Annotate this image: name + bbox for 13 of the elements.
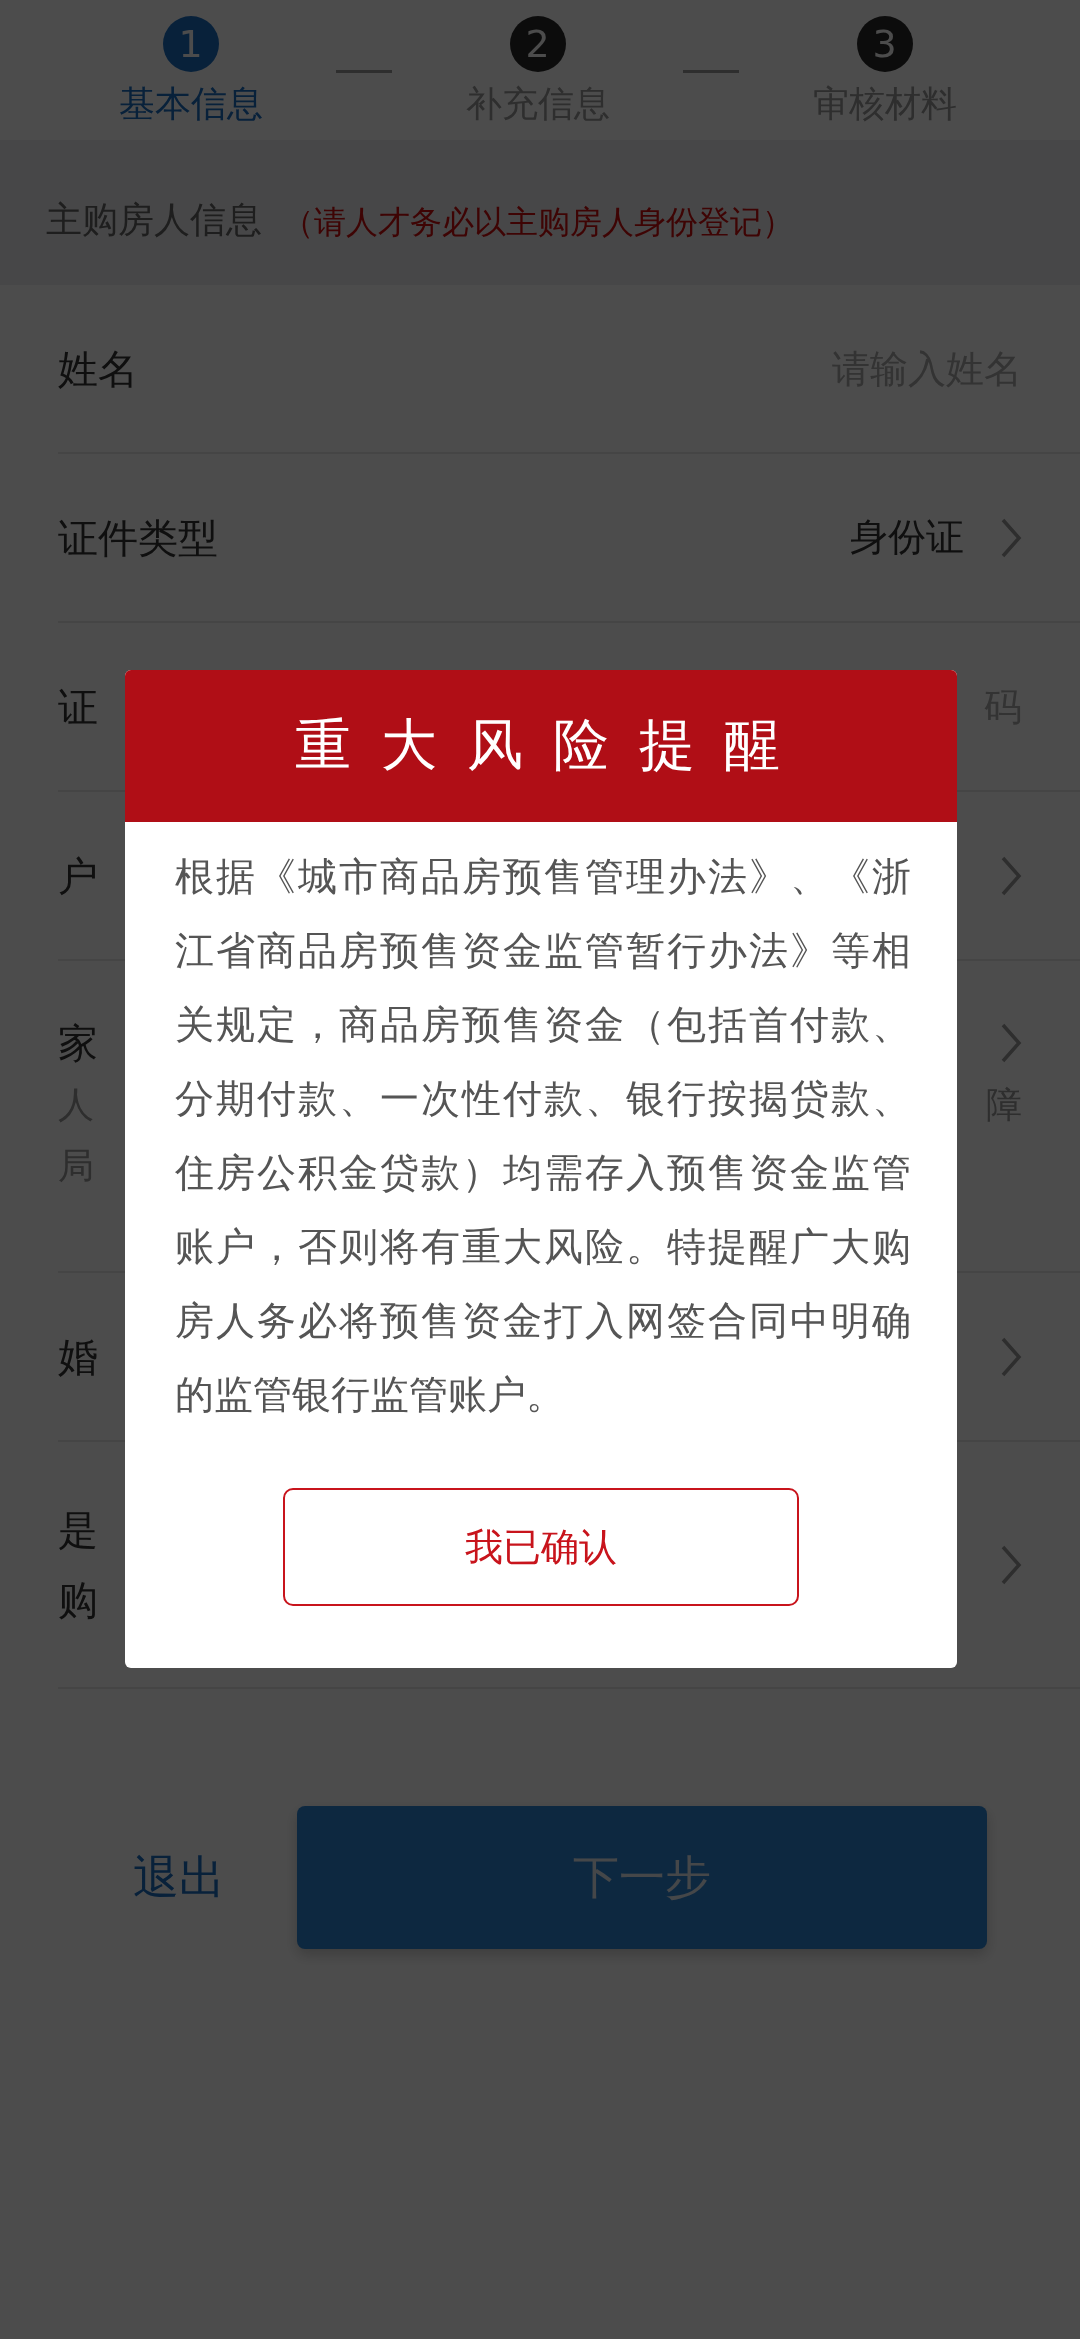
field-label: 户	[58, 853, 98, 898]
field-label: 是	[58, 1507, 98, 1552]
confirm-button[interactable]: 我已确认	[283, 1488, 799, 1606]
field-label: 姓名	[58, 346, 138, 391]
dialog-title: 重 大 风 险 提 醒	[295, 711, 787, 779]
field-label: 证	[58, 684, 98, 729]
field-label: 证件类型	[58, 515, 218, 560]
field-label: 家	[58, 1021, 98, 1065]
field-label: 婚	[58, 1334, 98, 1379]
section-note: （请人才务必以主购房人身份登记）	[282, 202, 794, 243]
field-label: 购	[58, 1577, 98, 1622]
dialog-message: 根据《城市商品房预售管理办法》、《浙江省商品房预售资金监管暂行办法》等相关规定，商品房预售资金（包括首付款、分期付款、一次性付款、银行按揭贷款、住房公积金贷款）均需存入预售资金监管账户，否则将有重大风险。特提醒广大购房人务必将预售资金打入网签合同中明确的监管银行监管账户。	[174, 853, 912, 1419]
step-label: 基本信息	[118, 84, 263, 124]
